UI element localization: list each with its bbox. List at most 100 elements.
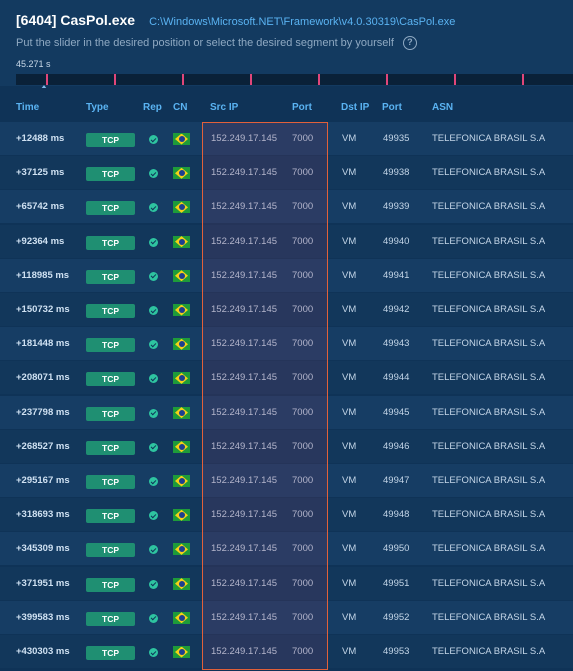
asn-cell: TELEFONICA BRASIL S.A — [432, 133, 546, 144]
timeline-tick — [454, 74, 456, 85]
dst-port-cell: 49948 — [383, 509, 410, 521]
asn-cell: TELEFONICA BRASIL S.A — [432, 304, 546, 315]
check-circle-icon — [149, 271, 158, 281]
dst-ip-cell: VM — [342, 269, 357, 281]
brazil-flag-icon — [173, 167, 190, 180]
asn-cell: TELEFONICA BRASIL S.A — [432, 611, 546, 623]
protocol-badge: TCP — [86, 577, 135, 592]
asn-cell: TELEFONICA BRASIL S.A — [432, 269, 546, 281]
dst-ip-cell: VM — [342, 611, 357, 623]
column-header-src-ip[interactable]: Src IP — [210, 102, 238, 113]
time-cell: +65742 ms — [16, 201, 65, 213]
protocol-badge: TCP — [86, 201, 135, 216]
asn-cell: TELEFONICA BRASIL S.A — [432, 201, 546, 213]
asn-cell: TELEFONICA BRASIL S.A — [432, 475, 546, 486]
asn-cell: TELEFONICA BRASIL S.A — [432, 235, 546, 247]
check-circle-icon — [149, 374, 158, 384]
dst-port-cell: 49939 — [383, 201, 410, 213]
brazil-flag-icon — [173, 338, 190, 351]
timeline-slider[interactable] — [16, 74, 573, 85]
dst-port-cell: 49941 — [383, 269, 410, 281]
time-cell: +92364 ms — [16, 235, 65, 247]
time-cell: +12488 ms — [16, 133, 65, 144]
column-header-src-port[interactable]: Port — [292, 102, 312, 113]
asn-cell: TELEFONICA BRASIL S.A — [432, 406, 546, 418]
title-row: [6404] CasPol.exe C:\Windows\Microsoft.N… — [16, 12, 455, 28]
check-circle-icon — [149, 511, 158, 521]
dst-ip-cell: VM — [342, 646, 357, 657]
hint-row: Put the slider in the desired position o… — [16, 36, 417, 50]
dst-ip-cell: VM — [342, 372, 357, 384]
brazil-flag-icon — [173, 372, 190, 385]
column-header-asn[interactable]: ASN — [432, 102, 453, 113]
protocol-badge: TCP — [86, 475, 135, 489]
time-cell: +318693 ms — [16, 509, 70, 521]
asn-cell: TELEFONICA BRASIL S.A — [432, 646, 546, 657]
column-header-dst-ip[interactable]: Dst IP — [341, 102, 369, 113]
time-cell: +118985 ms — [16, 269, 70, 281]
column-header-cn[interactable]: CN — [173, 102, 187, 113]
brazil-flag-icon — [173, 201, 190, 214]
asn-cell: TELEFONICA BRASIL S.A — [432, 543, 546, 555]
protocol-badge: TCP — [86, 133, 135, 147]
check-circle-icon — [149, 442, 158, 452]
network-connections-panel: [6404] CasPol.exe C:\Windows\Microsoft.N… — [0, 0, 573, 671]
dst-ip-cell: VM — [342, 235, 357, 247]
column-header-time[interactable]: Time — [16, 102, 39, 113]
table-header: Time Type Rep CN Src IP Port Dst IP Port… — [0, 88, 573, 120]
dst-port-cell: 49942 — [383, 304, 410, 315]
help-icon[interactable]: ? — [402, 36, 417, 50]
asn-cell: TELEFONICA BRASIL S.A — [432, 167, 546, 179]
check-circle-icon — [149, 477, 158, 486]
dst-ip-cell: VM — [342, 167, 357, 179]
dst-port-cell: 49951 — [383, 577, 410, 589]
brazil-flag-icon — [173, 475, 190, 487]
brazil-flag-icon — [173, 543, 190, 556]
protocol-badge: TCP — [86, 509, 135, 524]
timeline-tick — [386, 74, 388, 85]
brazil-flag-icon — [173, 611, 190, 624]
duration-label: 45.271 s — [16, 59, 51, 69]
check-circle-icon — [149, 579, 158, 589]
process-title: [6404] CasPol.exe — [16, 12, 136, 28]
dst-ip-cell: VM — [342, 543, 357, 555]
protocol-badge: TCP — [86, 372, 135, 387]
dst-port-cell: 49935 — [383, 133, 410, 144]
column-header-rep[interactable]: Rep — [143, 102, 162, 113]
brazil-flag-icon — [173, 269, 190, 282]
time-cell: +37125 ms — [16, 167, 65, 179]
dst-ip-cell: VM — [342, 201, 357, 213]
brazil-flag-icon — [173, 509, 190, 522]
protocol-badge: TCP — [86, 543, 135, 558]
check-circle-icon — [149, 613, 158, 623]
dst-port-cell: 49938 — [383, 167, 410, 179]
brazil-flag-icon — [173, 577, 190, 590]
protocol-badge: TCP — [86, 406, 135, 421]
protocol-badge: TCP — [86, 304, 135, 318]
dst-port-cell: 49952 — [383, 611, 410, 623]
timeline-tick — [114, 74, 116, 85]
process-path-link[interactable]: C:\Windows\Microsoft.NET\Framework\v4.0.… — [149, 16, 455, 28]
time-cell: +430303 ms — [16, 646, 70, 657]
dst-port-cell: 49943 — [383, 338, 410, 350]
check-circle-icon — [149, 203, 158, 213]
asn-cell: TELEFONICA BRASIL S.A — [432, 338, 546, 350]
brazil-flag-icon — [173, 646, 190, 658]
brazil-flag-icon — [173, 133, 190, 145]
asn-cell: TELEFONICA BRASIL S.A — [432, 577, 546, 589]
dst-port-cell: 49947 — [383, 475, 410, 486]
dst-port-cell: 49946 — [383, 440, 410, 452]
src-column-shade — [203, 122, 327, 670]
column-header-dst-port[interactable]: Port — [382, 102, 402, 113]
protocol-badge: TCP — [86, 269, 135, 284]
timeline-tick — [318, 74, 320, 85]
check-circle-icon — [149, 237, 158, 247]
asn-cell: TELEFONICA BRASIL S.A — [432, 372, 546, 384]
protocol-badge: TCP — [86, 235, 135, 250]
time-cell: +371951 ms — [16, 577, 70, 589]
column-header-type[interactable]: Type — [86, 102, 109, 113]
dst-ip-cell: VM — [342, 577, 357, 589]
dst-port-cell: 49950 — [383, 543, 410, 555]
time-cell: +268527 ms — [16, 440, 70, 452]
timeline-tick — [46, 74, 48, 85]
